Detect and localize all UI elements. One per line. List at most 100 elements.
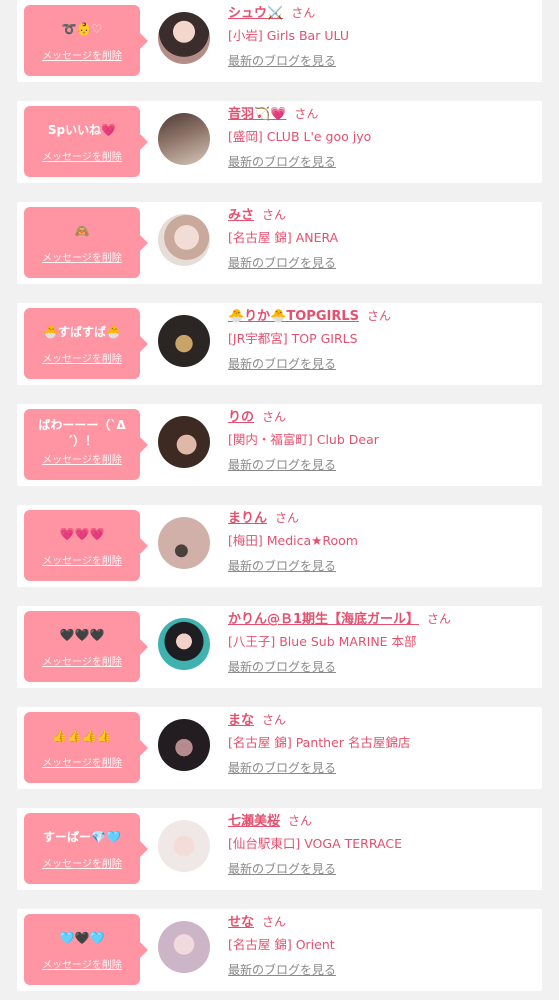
shop-label: [梅田] Medica★Room: [228, 533, 358, 548]
message-bubble: 🙈 メッセージを削除: [24, 207, 148, 278]
delete-message-link[interactable]: メッセージを削除: [24, 556, 140, 568]
shop-label: [小岩] Girls Bar ULU: [228, 28, 349, 43]
shop-label: [盛岡] CLUB L'e goo jyo: [228, 129, 372, 144]
sender-name-link[interactable]: 音羽🏹💗: [228, 107, 286, 122]
latest-blog-link[interactable]: 最新のブログを見る: [228, 53, 336, 69]
shop-label: [八王子] Blue Sub MARINE 本部: [228, 634, 417, 649]
sender-info: シュウ⚔️ さん [小岩] Girls Bar ULU 最新のブログを見る: [228, 3, 533, 69]
honorific: さん: [288, 814, 313, 828]
shop-label: [仙台駅東口] VOGA TERRACE: [228, 836, 402, 851]
message-bubble: ➰👶♡ メッセージを削除: [24, 5, 148, 76]
honorific: さん: [366, 309, 391, 323]
shop-label: [JR宇都宮] TOP GIRLS: [228, 331, 358, 346]
message-card: 🖤🖤🖤 メッセージを削除 かりん@Ｂ1期生【海底ガール】 さん [八王子] Blu…: [17, 606, 542, 688]
sender-info: かりん@Ｂ1期生【海底ガール】 さん [八王子] Blue Sub MARINE …: [228, 609, 533, 675]
sender-info: まりん さん [梅田] Medica★Room 最新のブログを見る: [228, 508, 533, 574]
message-bubble: 💗💗💗 メッセージを削除: [24, 510, 148, 581]
message-card: すーぱー💎🩵 メッセージを削除 七瀬美桜 さん [仙台駅東口] VOGA TERR…: [17, 808, 542, 890]
message-card: ➰👶♡ メッセージを削除 シュウ⚔️ さん [小岩] Girls Bar ULU …: [17, 0, 542, 82]
honorific: さん: [262, 713, 287, 727]
delete-message-link[interactable]: メッセージを削除: [24, 51, 140, 63]
message-bubble: ばわーーー（`Δ´）！ メッセージを削除: [24, 409, 148, 480]
avatar[interactable]: [158, 12, 210, 64]
delete-message-link[interactable]: メッセージを削除: [24, 253, 140, 265]
message-text: 💗💗💗: [59, 527, 105, 541]
message-card: 🐣すばすば🐣 メッセージを削除 🐣りか🐣TOPGIRLS さん [JR宇都宮] T…: [17, 303, 542, 385]
avatar[interactable]: [158, 214, 210, 266]
honorific: さん: [262, 208, 287, 222]
sender-name-link[interactable]: シュウ⚔️: [228, 6, 283, 21]
delete-message-link[interactable]: メッセージを削除: [24, 354, 140, 366]
avatar[interactable]: [158, 416, 210, 468]
honorific: さん: [291, 6, 316, 20]
shop-label: [名古屋 錦] Panther 名古屋錦店: [228, 735, 411, 750]
sender-info: まな さん [名古屋 錦] Panther 名古屋錦店 最新のブログを見る: [228, 710, 533, 776]
latest-blog-link[interactable]: 最新のブログを見る: [228, 962, 336, 978]
message-card: 👍👍👍👍 メッセージを削除 まな さん [名古屋 錦] Panther 名古屋錦店…: [17, 707, 542, 789]
latest-blog-link[interactable]: 最新のブログを見る: [228, 356, 336, 372]
sender-name-link[interactable]: まな: [228, 713, 254, 728]
shop-label: [名古屋 錦] ANERA: [228, 230, 339, 245]
honorific: さん: [294, 107, 319, 121]
latest-blog-link[interactable]: 最新のブログを見る: [228, 255, 336, 271]
sender-info: 音羽🏹💗 さん [盛岡] CLUB L'e goo jyo 最新のブログを見る: [228, 104, 533, 170]
latest-blog-link[interactable]: 最新のブログを見る: [228, 154, 336, 170]
sender-info: せな さん [名古屋 錦] Orient 最新のブログを見る: [228, 912, 533, 978]
latest-blog-link[interactable]: 最新のブログを見る: [228, 558, 336, 574]
delete-message-link[interactable]: メッセージを削除: [24, 758, 140, 770]
sender-name-link[interactable]: りの: [228, 410, 254, 425]
sender-name-link[interactable]: 七瀬美桜: [228, 814, 280, 829]
latest-blog-link[interactable]: 最新のブログを見る: [228, 457, 336, 473]
sender-info: みさ さん [名古屋 錦] ANERA 最新のブログを見る: [228, 205, 533, 271]
delete-message-link[interactable]: メッセージを削除: [24, 152, 140, 164]
avatar[interactable]: [158, 921, 210, 973]
sender-name-link[interactable]: 🐣りか🐣TOPGIRLS: [228, 309, 359, 324]
shop-label: [関内・福富町] Club Dear: [228, 432, 379, 447]
sender-info: りの さん [関内・福富町] Club Dear 最新のブログを見る: [228, 407, 533, 473]
message-card: 💗💗💗 メッセージを削除 まりん さん [梅田] Medica★Room 最新のブ…: [17, 505, 542, 587]
latest-blog-link[interactable]: 最新のブログを見る: [228, 760, 336, 776]
message-card: 🩵🖤🩵 メッセージを削除 せな さん [名古屋 錦] Orient 最新のブログを…: [17, 909, 542, 991]
sender-info: 🐣りか🐣TOPGIRLS さん [JR宇都宮] TOP GIRLS 最新のブログを…: [228, 306, 533, 372]
message-card: ばわーーー（`Δ´）！ メッセージを削除 りの さん [関内・福富町] Club …: [17, 404, 542, 486]
avatar[interactable]: [158, 820, 210, 872]
sender-name-link[interactable]: せな: [228, 915, 254, 930]
message-bubble: 🐣すばすば🐣 メッセージを削除: [24, 308, 148, 379]
message-text: すーぱー💎🩵: [43, 830, 121, 844]
sender-name-link[interactable]: みさ: [228, 208, 254, 223]
honorific: さん: [275, 511, 300, 525]
delete-message-link[interactable]: メッセージを削除: [24, 455, 140, 467]
message-card: Spいいね💗 メッセージを削除 音羽🏹💗 さん [盛岡] CLUB L'e goo…: [17, 101, 542, 183]
message-text: 🖤🖤🖤: [59, 628, 105, 642]
avatar[interactable]: [158, 113, 210, 165]
message-text: 🙈: [74, 224, 90, 238]
delete-message-link[interactable]: メッセージを削除: [24, 859, 140, 871]
sender-info: 七瀬美桜 さん [仙台駅東口] VOGA TERRACE 最新のブログを見る: [228, 811, 533, 877]
message-bubble: 👍👍👍👍 メッセージを削除: [24, 712, 148, 783]
message-card: 🙈 メッセージを削除 みさ さん [名古屋 錦] ANERA 最新のブログを見る: [17, 202, 542, 284]
delete-message-link[interactable]: メッセージを削除: [24, 657, 140, 669]
honorific: さん: [262, 410, 287, 424]
latest-blog-link[interactable]: 最新のブログを見る: [228, 861, 336, 877]
message-text: ➰👶♡: [61, 22, 103, 36]
message-bubble: 🖤🖤🖤 メッセージを削除: [24, 611, 148, 682]
avatar[interactable]: [158, 517, 210, 569]
message-bubble: すーぱー💎🩵 メッセージを削除: [24, 813, 148, 884]
sender-name-link[interactable]: まりん: [228, 511, 267, 526]
message-text: 🐣すばすば🐣: [43, 325, 121, 339]
delete-message-link[interactable]: メッセージを削除: [24, 960, 140, 972]
message-text: 👍👍👍👍: [52, 729, 112, 743]
message-bubble: Spいいね💗 メッセージを削除: [24, 106, 148, 177]
avatar[interactable]: [158, 719, 210, 771]
message-text: ばわーーー（`Δ´）！: [38, 418, 126, 448]
honorific: さん: [262, 915, 287, 929]
message-text: 🩵🖤🩵: [59, 931, 105, 945]
avatar[interactable]: [158, 618, 210, 670]
sender-name-link[interactable]: かりん@Ｂ1期生【海底ガール】: [228, 612, 419, 627]
message-text: Spいいね💗: [47, 123, 117, 137]
avatar[interactable]: [158, 315, 210, 367]
message-bubble: 🩵🖤🩵 メッセージを削除: [24, 914, 148, 985]
honorific: さん: [427, 612, 452, 626]
shop-label: [名古屋 錦] Orient: [228, 937, 335, 952]
latest-blog-link[interactable]: 最新のブログを見る: [228, 659, 336, 675]
